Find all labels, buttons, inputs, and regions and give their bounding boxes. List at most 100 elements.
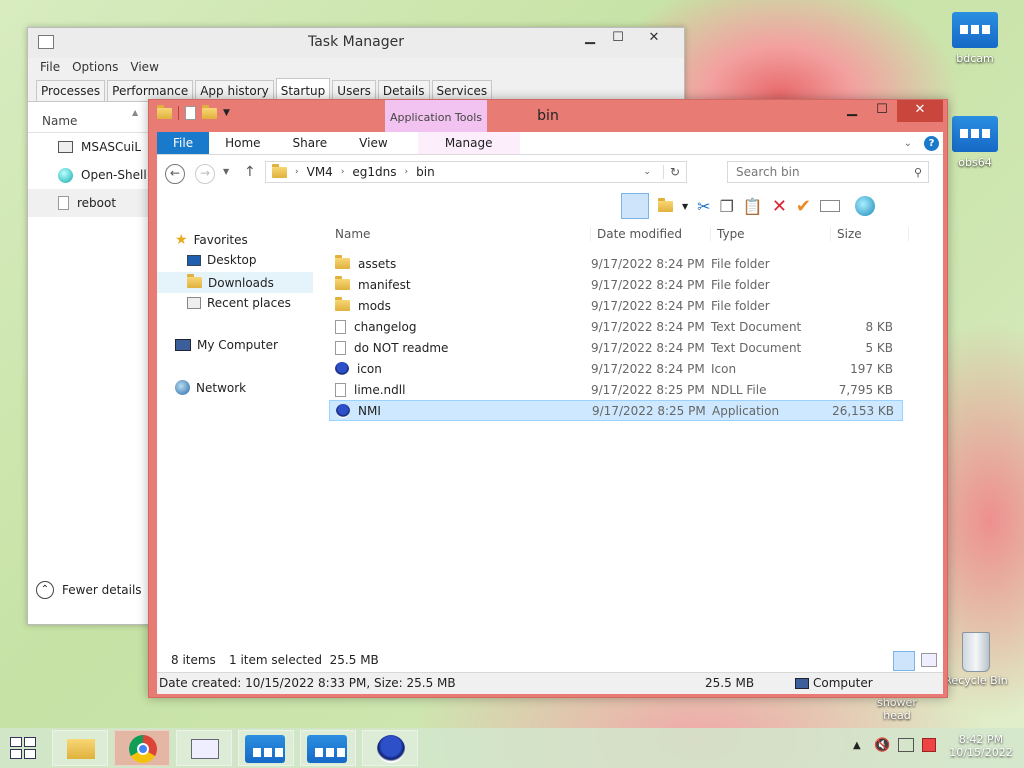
minimize-button[interactable]: ▁ [576, 28, 604, 48]
taskbar-app-2[interactable] [300, 730, 356, 766]
file-row[interactable]: icon 9/17/2022 8:24 PM Icon 197 KB [329, 358, 903, 379]
back-icon[interactable]: ← [165, 164, 185, 184]
file-row[interactable]: assets 9/17/2022 8:24 PM File folder [329, 253, 903, 274]
breadcrumb-vm4[interactable]: VM4 [307, 165, 333, 179]
breadcrumb-bin[interactable]: bin [416, 165, 435, 179]
search-box[interactable]: Search bin ⚲ [727, 161, 929, 183]
ribbon-tab-home[interactable]: Home [209, 132, 276, 154]
desktop-icon-bdcam[interactable]: bdcam [943, 12, 1007, 65]
paste-icon[interactable]: 📋 [743, 197, 763, 216]
file-date: 9/17/2022 8:24 PM [591, 361, 705, 376]
menu-options[interactable]: Options [72, 60, 118, 78]
ribbon-tab-file[interactable]: File [157, 132, 210, 154]
column-header-date[interactable]: Date modified [591, 227, 711, 241]
nav-my-computer[interactable]: My Computer [175, 338, 278, 352]
column-header-name[interactable]: Name [329, 227, 591, 241]
desktop-icon-recycle-bin[interactable]: Recycle Bin [944, 632, 1008, 687]
search-input[interactable]: Search bin [736, 165, 800, 179]
file-row[interactable]: lime.ndll 9/17/2022 8:25 PM NDLL File 7,795… [329, 379, 903, 400]
menu-file[interactable]: File [40, 60, 60, 78]
desktop-icon-label: Recycle Bin [944, 674, 1008, 687]
clock[interactable]: 8:42 PM 10/15/2022 [946, 733, 1016, 759]
tab-performance[interactable]: Performance [107, 80, 194, 101]
delete-icon[interactable]: ✕ [772, 196, 787, 217]
nav-item-desktop[interactable]: Desktop [187, 253, 257, 267]
tab-processes[interactable]: Processes [36, 80, 106, 101]
tab-details[interactable]: Details [377, 80, 430, 101]
explorer-window[interactable]: ▼ Application Tools bin ▁ ☐ ✕ File Home … [148, 99, 948, 698]
checkmark-icon[interactable]: ✔ [796, 196, 811, 217]
start-button[interactable] [10, 737, 36, 759]
file-type: Application [712, 403, 780, 418]
chevron-down-icon[interactable]: ⌄ [643, 167, 651, 177]
file-row[interactable]: NMI 9/17/2022 8:25 PM Application 26,153 KB [329, 400, 903, 421]
network-globe-icon[interactable] [855, 196, 876, 216]
desktop-icon-obs64[interactable]: obs64 [943, 116, 1007, 169]
fewer-details-button[interactable]: ⌃ Fewer details [36, 581, 142, 599]
menu-view[interactable]: View [130, 60, 158, 78]
file-date: 9/17/2022 8:24 PM [591, 340, 705, 355]
status-bar: 8 items 1 item selected 25.5 MB [157, 650, 943, 672]
maximize-button[interactable]: ☐ [867, 100, 897, 122]
volume-muted-icon[interactable]: 🔇 [874, 738, 890, 753]
address-bar[interactable]: › VM4 › eg1dns › bin ⌄ ↻ [265, 161, 687, 183]
file-name-cell: assets [329, 255, 591, 271]
explorer-titlebar[interactable]: ▼ Application Tools bin ▁ ☐ ✕ [149, 100, 947, 132]
nav-item-recent-places[interactable]: Recent places [187, 296, 291, 310]
tab-startup[interactable]: Startup [275, 78, 331, 101]
task-manager-titlebar[interactable]: Task Manager ▁ ☐ ✕ [28, 28, 684, 58]
column-header-type[interactable]: Type [711, 227, 831, 241]
close-button[interactable]: ✕ [897, 100, 943, 122]
taskbar-file-explorer[interactable] [52, 730, 108, 766]
ribbon-tab-manage[interactable]: Manage [417, 132, 520, 154]
large-icons-view-icon[interactable] [921, 653, 937, 667]
refresh-icon[interactable]: ↻ [662, 165, 686, 179]
startup-row[interactable]: reboot [28, 189, 148, 217]
details-size: 25.5 MB [705, 676, 755, 690]
minimize-button[interactable]: ▁ [837, 100, 867, 122]
breadcrumb-eg1dns[interactable]: eg1dns [352, 165, 396, 179]
clock-time: 8:42 PM [958, 733, 1004, 746]
maximize-button[interactable]: ☐ [604, 28, 632, 48]
file-row[interactable]: manifest 9/17/2022 8:24 PM File folder [329, 274, 903, 295]
cut-icon[interactable]: ✂ [697, 197, 710, 216]
details-location: Computer [813, 676, 873, 690]
tab-app-history[interactable]: App history [195, 80, 274, 101]
help-icon[interactable]: ? [924, 135, 939, 151]
rename-icon[interactable] [820, 200, 841, 212]
file-name-cell: mods [329, 297, 591, 313]
taskbar: ▲ 🔇 8:42 PM 10/15/2022 [0, 728, 1024, 768]
column-header-size[interactable]: Size [831, 227, 909, 241]
ribbon-tabs: File Home Share View Manage ⌄ ? [157, 132, 943, 154]
copy-icon[interactable]: ❐ [720, 197, 734, 216]
file-name: icon [357, 361, 382, 376]
action-center-icon[interactable] [922, 738, 936, 752]
show-hidden-icons-icon[interactable]: ▲ [853, 740, 861, 751]
chevron-down-icon[interactable]: ⌄ [904, 138, 912, 149]
tab-users[interactable]: Users [332, 80, 376, 101]
nav-network[interactable]: Network [175, 380, 246, 395]
taskbar-game[interactable] [362, 730, 418, 766]
document-icon [58, 196, 69, 210]
taskbar-chrome[interactable] [114, 730, 170, 766]
chevron-down-icon[interactable]: ▼ [682, 202, 688, 211]
recent-locations-icon[interactable]: ▼ [223, 167, 229, 176]
folder-options-icon[interactable] [658, 197, 673, 212]
preview-pane-icon[interactable] [621, 193, 649, 219]
up-icon[interactable]: ↑ [244, 164, 256, 180]
nav-item-downloads[interactable]: Downloads [157, 272, 313, 293]
taskbar-task-manager[interactable] [176, 730, 232, 766]
nav-favorites[interactable]: ★ Favorites [175, 232, 248, 248]
forward-icon[interactable]: → [195, 164, 215, 184]
taskbar-app-1[interactable] [238, 730, 294, 766]
tab-services[interactable]: Services [431, 80, 493, 101]
ribbon-tab-share[interactable]: Share [277, 132, 344, 154]
close-button[interactable]: ✕ [632, 28, 676, 48]
file-row[interactable]: changelog 9/17/2022 8:24 PM Text Document 8… [329, 316, 903, 337]
file-row[interactable]: mods 9/17/2022 8:24 PM File folder [329, 295, 903, 316]
ribbon-tab-view[interactable]: View [343, 132, 403, 154]
details-view-icon[interactable] [893, 651, 915, 671]
desktop-icon-shower-head[interactable]: shower head [862, 696, 932, 722]
file-row[interactable]: do NOT readme 9/17/2022 8:24 PM Text Docum… [329, 337, 903, 358]
network-status-icon[interactable] [898, 738, 914, 752]
